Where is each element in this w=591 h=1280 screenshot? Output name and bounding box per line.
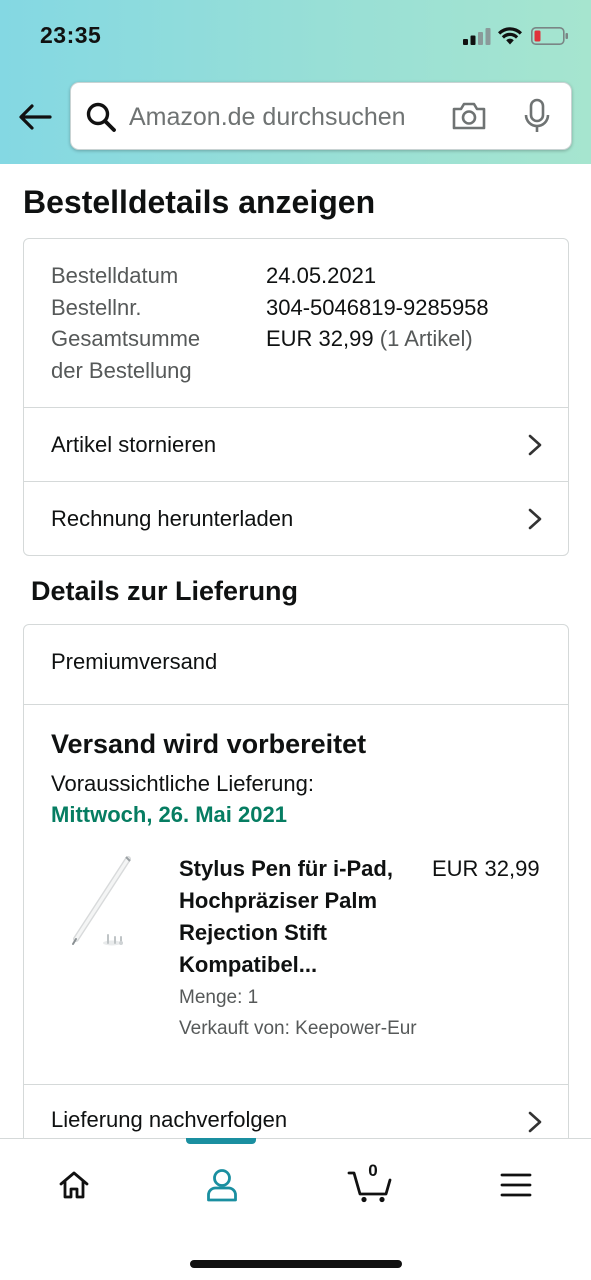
order-item-count: (1 Artikel) [379,326,473,351]
app-header: 23:35 Amazon.de durchsuchen [0,0,591,164]
shipment-block: Versand wird vorbereitet Voraussichtlich… [24,705,568,1085]
wifi-icon [498,27,522,45]
shipping-type-row: Premiumversand [24,625,568,705]
bottom-navigation: 0 [0,1138,591,1280]
product-price: EUR 32,99 [432,856,540,881]
active-tab-indicator [186,1138,256,1144]
search-icon [86,102,116,132]
order-date-label: Bestelldatum [51,263,179,288]
chevron-right-icon [528,434,542,455]
order-total-label-line2: der Bestellung [51,358,192,383]
nav-menu-button[interactable] [494,1165,538,1205]
product-seller: Verkauft von: Keepower-Eur [179,1018,417,1039]
nav-account-button[interactable] [200,1165,244,1205]
product-image[interactable] [64,853,140,957]
menu-icon [500,1173,532,1197]
download-invoice-label: Rechnung herunterladen [51,506,294,531]
search-input[interactable]: Amazon.de durchsuchen [129,103,406,132]
search-bar[interactable]: Amazon.de durchsuchen [70,82,572,150]
delivery-card: Premiumversand Versand wird vorbereitet … [23,624,569,1184]
home-icon [59,1171,89,1199]
order-number-label: Bestellnr. [51,295,142,320]
status-bar-time: 23:35 [40,22,102,48]
order-total-label: Gesamtsumme [51,326,201,351]
product-title[interactable]: Stylus Pen für i-Pad, Hochpräziser Palm … [179,853,419,981]
chevron-right-icon [528,508,542,530]
cancel-items-label: Artikel stornieren [51,431,217,457]
download-invoice-row[interactable]: Rechnung herunterladen [24,482,568,555]
cancel-items-row[interactable]: Artikel stornieren [24,408,568,482]
account-icon [207,1169,237,1202]
order-date-value: 24.05.2021 [266,263,377,288]
expected-delivery-date: Mittwoch, 26. Mai 2021 [51,802,287,827]
home-indicator-bar [190,1260,402,1268]
cellular-signal-icon [463,28,491,45]
back-button[interactable] [14,96,56,138]
microphone-icon[interactable] [521,98,553,134]
delivery-section-title: Details zur Lieferung [31,576,299,606]
order-summary-card: Bestelldatum 24.05.2021 Bestellnr. 304-5… [23,238,569,556]
camera-icon[interactable] [451,100,487,132]
shipping-type: Premiumversand [51,649,218,674]
order-number-value: 304-5046819-9285958 [266,295,489,320]
order-total-value: EUR 32,99 (1 Artikel) [266,323,473,355]
order-total-amount: EUR 32,99 [266,326,374,351]
shipment-status: Versand wird vorbereitet [51,729,367,759]
battery-icon [531,27,568,45]
track-delivery-label: Lieferung nachverfolgen [51,1107,288,1132]
page-title: Bestelldetails anzeigen [23,184,376,220]
nav-home-button[interactable] [52,1165,96,1205]
cart-count-badge: 0 [368,1161,378,1180]
product-quantity: Menge: 1 [179,987,259,1008]
expected-delivery-label: Voraussichtliche Lieferung: [51,771,314,796]
order-info: Bestelldatum 24.05.2021 Bestellnr. 304-5… [24,239,568,408]
arrow-left-icon [19,104,52,130]
chevron-right-icon [528,1111,542,1133]
